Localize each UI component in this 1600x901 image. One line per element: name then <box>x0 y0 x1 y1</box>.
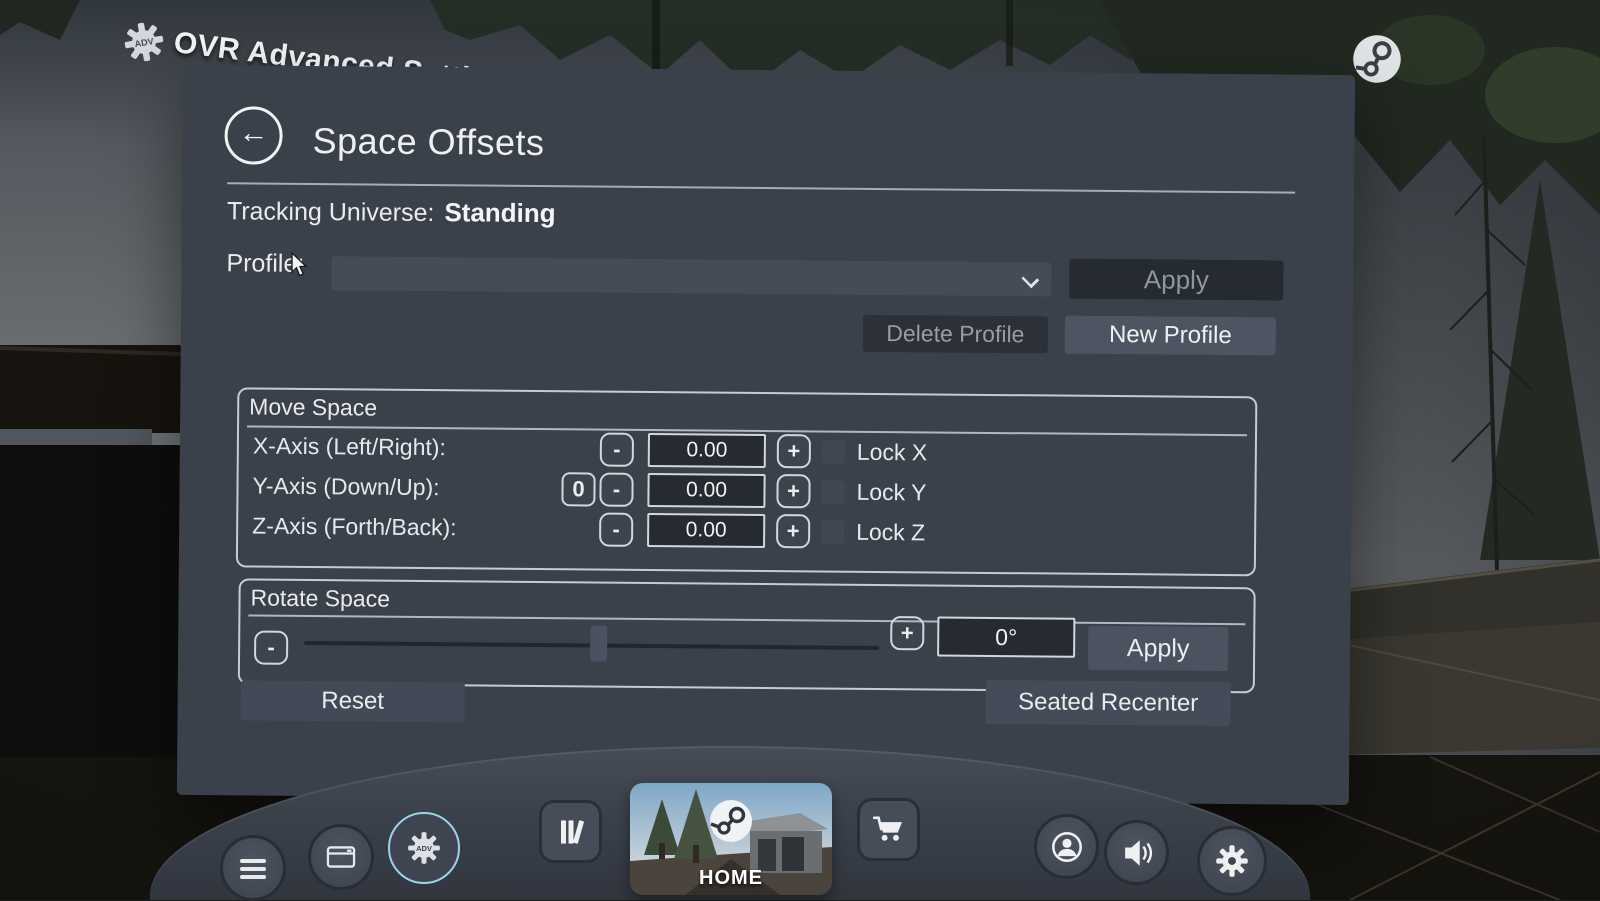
tracking-universe-value: Standing <box>444 197 555 228</box>
store-button[interactable] <box>857 798 920 861</box>
reset-button[interactable]: Reset <box>240 680 464 722</box>
lock-y-checkbox[interactable] <box>821 480 844 503</box>
svg-text:ADV: ADV <box>416 844 432 853</box>
steam-home-button[interactable]: HOME <box>630 783 832 895</box>
lock-z-label: Lock Z <box>856 519 925 547</box>
home-label: HOME <box>630 867 832 890</box>
menu-button[interactable] <box>220 835 286 901</box>
space-offsets-panel: ← Space Offsets Tracking Universe: Standi… <box>177 65 1355 805</box>
volume-button[interactable] <box>1104 820 1169 885</box>
desktop-window-icon <box>311 827 371 887</box>
x-axis-row: X-Axis (Left/Right): - 0.00 + Lock X <box>239 429 1255 472</box>
z-offset-value[interactable]: 0.00 <box>647 513 765 548</box>
z-increase-button[interactable]: + <box>776 514 810 548</box>
rotation-value[interactable]: 0° <box>937 617 1075 658</box>
y-axis-row: Y-Axis (Down/Up): 0 - 0.00 + Lock Y <box>238 469 1254 512</box>
x-offset-value[interactable]: 0.00 <box>648 433 766 468</box>
x-axis-label: X-Axis (Left/Right): <box>253 433 446 462</box>
desktop-view-button[interactable] <box>308 824 374 890</box>
delete-profile-button[interactable]: Delete Profile <box>863 315 1048 354</box>
rotation-slider-handle[interactable] <box>590 625 607 661</box>
tracking-universe-line: Tracking Universe: Standing <box>227 195 556 229</box>
adv-settings-icon: ADV <box>390 814 458 882</box>
page-title: Space Offsets <box>312 120 544 164</box>
z-axis-label: Z-Axis (Forth/Back): <box>252 513 457 542</box>
adv-gear-logo-icon: ADV <box>119 17 170 68</box>
back-button[interactable]: ← <box>224 106 283 165</box>
profile-dropdown[interactable] <box>331 256 1051 296</box>
z-decrease-button[interactable]: - <box>599 513 633 547</box>
y-axis-label: Y-Axis (Down/Up): <box>252 473 439 502</box>
divider <box>227 182 1295 193</box>
rotate-increase-button[interactable]: + <box>890 616 924 650</box>
rotate-space-group: Rotate Space - + 0° Apply <box>238 578 1256 693</box>
lock-x-checkbox[interactable] <box>822 440 845 463</box>
settings-gear-icon <box>1200 829 1264 893</box>
store-cart-icon <box>860 801 917 858</box>
menu-icon <box>223 838 283 898</box>
y-decrease-button[interactable]: - <box>599 473 633 507</box>
mouse-cursor <box>290 252 312 278</box>
y-zero-button[interactable]: 0 <box>561 472 595 506</box>
rotate-space-title: Rotate Space <box>250 585 390 613</box>
move-space-title: Move Space <box>249 393 377 421</box>
adv-settings-dashboard-button[interactable]: ADV <box>388 812 460 884</box>
account-button[interactable] <box>1034 814 1099 879</box>
y-offset-value[interactable]: 0.00 <box>647 473 765 508</box>
lock-z-checkbox[interactable] <box>821 520 844 543</box>
profile-apply-button[interactable]: Apply <box>1069 259 1283 301</box>
x-decrease-button[interactable]: - <box>600 433 634 467</box>
library-icon <box>542 803 599 860</box>
y-increase-button[interactable]: + <box>776 474 810 508</box>
chevron-down-icon <box>1021 270 1039 288</box>
settings-button[interactable] <box>1197 826 1267 896</box>
seated-recenter-button[interactable]: Seated Recenter <box>985 680 1230 726</box>
x-increase-button[interactable]: + <box>777 434 811 468</box>
lock-y-label: Lock Y <box>856 479 926 507</box>
move-space-group: Move Space X-Axis (Left/Right): - 0.00 +… <box>236 387 1258 576</box>
volume-icon <box>1107 823 1166 882</box>
z-axis-row: Z-Axis (Forth/Back): - 0.00 + Lock Z <box>238 509 1254 552</box>
new-profile-button[interactable]: New Profile <box>1065 316 1276 356</box>
library-button[interactable] <box>539 800 602 863</box>
lock-x-label: Lock X <box>857 439 928 467</box>
rotate-decrease-button[interactable]: - <box>254 631 288 665</box>
tracking-universe-label: Tracking Universe: <box>227 197 435 227</box>
account-icon <box>1037 817 1096 876</box>
rotate-apply-button[interactable]: Apply <box>1088 626 1228 671</box>
divider <box>248 614 1245 625</box>
